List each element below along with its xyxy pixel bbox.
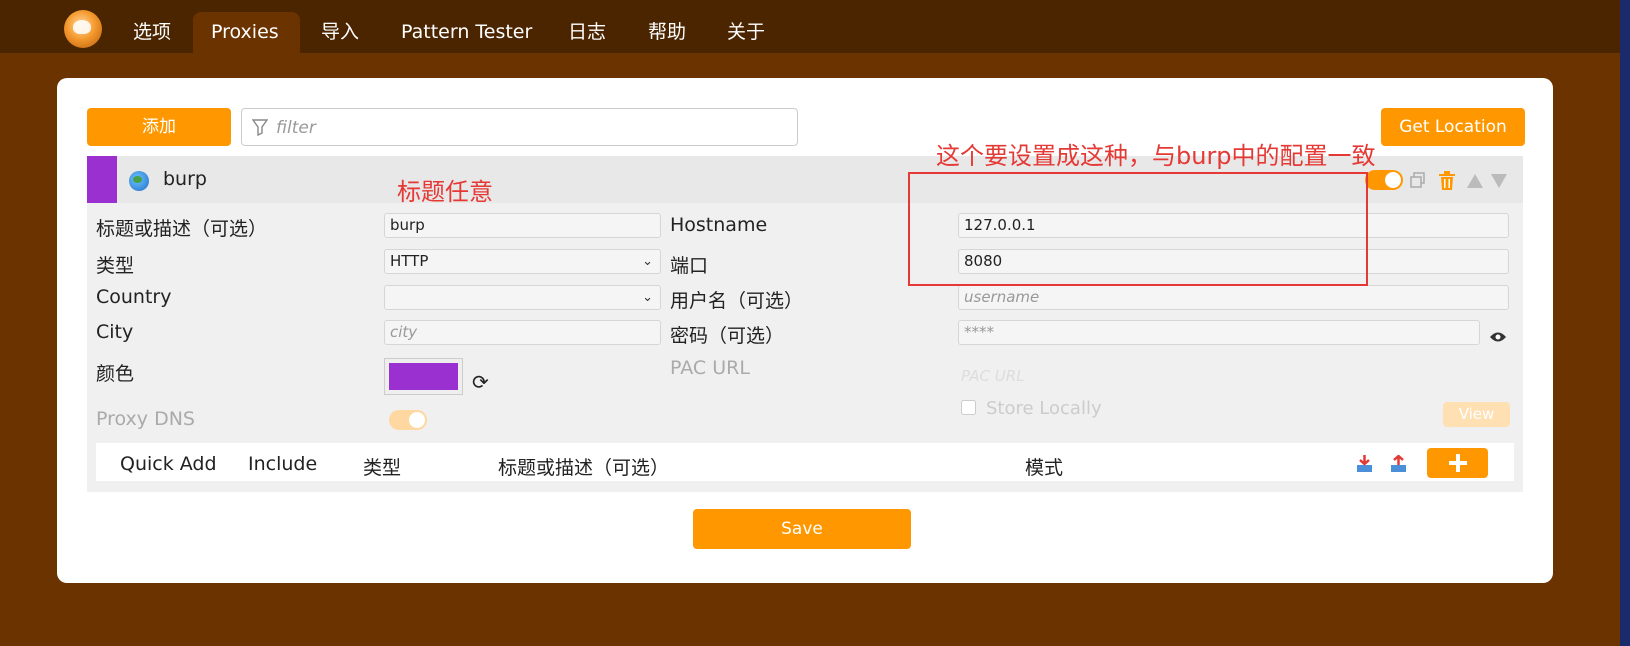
view-button[interactable]: View	[1443, 402, 1510, 427]
chevron-down-icon: ⌄	[642, 290, 653, 305]
get-location-button[interactable]: Get Location	[1381, 108, 1525, 146]
pac-url-label: PAC URL	[670, 357, 750, 379]
username-label: 用户名（可选）	[670, 290, 804, 312]
port-label: 端口	[670, 255, 709, 277]
store-locally-label: Store Locally	[986, 398, 1102, 419]
filter-placeholder: filter	[276, 118, 316, 138]
annotation-title-note: 标题任意	[397, 178, 493, 206]
country-select[interactable]: ⌄	[384, 285, 661, 310]
tab-options[interactable]: 选项	[115, 12, 189, 53]
title-input[interactable]: burp	[384, 213, 661, 238]
proxy-enabled-toggle[interactable]	[1365, 170, 1403, 190]
add-button[interactable]: 添加	[87, 108, 231, 146]
hostname-label: Hostname	[670, 214, 768, 236]
tab-proxies[interactable]: Proxies	[193, 12, 300, 53]
pac-url-input[interactable]: PAC URL	[961, 367, 1025, 385]
city-input[interactable]: city	[384, 320, 661, 345]
globe-icon	[129, 171, 149, 191]
filter-icon	[251, 118, 269, 140]
background-strip	[1620, 0, 1630, 646]
type-header: 类型	[363, 457, 402, 479]
add-pattern-button[interactable]	[1427, 448, 1488, 478]
filter-input[interactable]: filter	[241, 108, 798, 146]
show-password-eye-icon[interactable]	[1490, 328, 1506, 347]
username-input[interactable]: username	[958, 285, 1509, 310]
refresh-color-icon[interactable]: ⟳	[472, 370, 489, 394]
annotation-highlight-box	[908, 172, 1368, 286]
plus-icon	[1448, 454, 1467, 472]
move-down-icon[interactable]	[1491, 173, 1507, 192]
proxy-dns-label: Proxy DNS	[96, 408, 195, 430]
title-label: 标题或描述（可选）	[96, 218, 268, 240]
country-label: Country	[96, 286, 172, 308]
import-patterns-icon[interactable]	[1356, 455, 1373, 477]
tab-help[interactable]: 帮助	[630, 12, 704, 53]
save-button[interactable]: Save	[693, 509, 911, 549]
export-patterns-icon[interactable]	[1390, 454, 1407, 477]
type-select-value: HTTP	[390, 252, 429, 270]
tab-pattern-tester[interactable]: Pattern Tester	[383, 12, 550, 53]
tab-about[interactable]: 关于	[709, 12, 783, 53]
color-label: 颜色	[96, 363, 135, 385]
password-input[interactable]: ****	[958, 320, 1480, 345]
password-label: 密码（可选）	[670, 325, 785, 347]
store-locally-checkbox[interactable]	[961, 400, 976, 419]
tab-import[interactable]: 导入	[303, 12, 377, 53]
proxy-color-bar	[87, 156, 117, 203]
duplicate-icon[interactable]	[1410, 172, 1426, 192]
title-header: 标题或描述（可选）	[498, 457, 670, 479]
type-select[interactable]: HTTP ⌄	[384, 249, 661, 274]
proxy-dns-toggle[interactable]	[389, 410, 427, 430]
annotation-config-note: 这个要设置成这种，与burp中的配置一致	[936, 142, 1376, 170]
include-header: Include	[248, 453, 318, 475]
tab-log[interactable]: 日志	[550, 12, 624, 53]
quick-add-header[interactable]: Quick Add	[120, 453, 217, 475]
proxy-name: burp	[163, 168, 207, 190]
type-label: 类型	[96, 255, 135, 277]
pattern-header: 模式	[1025, 457, 1064, 479]
trash-icon[interactable]	[1438, 171, 1456, 195]
chevron-down-icon: ⌄	[642, 254, 653, 269]
color-picker[interactable]	[384, 358, 463, 395]
foxyproxy-logo-icon	[64, 10, 102, 48]
city-label: City	[96, 321, 134, 343]
move-up-icon[interactable]	[1467, 173, 1483, 192]
